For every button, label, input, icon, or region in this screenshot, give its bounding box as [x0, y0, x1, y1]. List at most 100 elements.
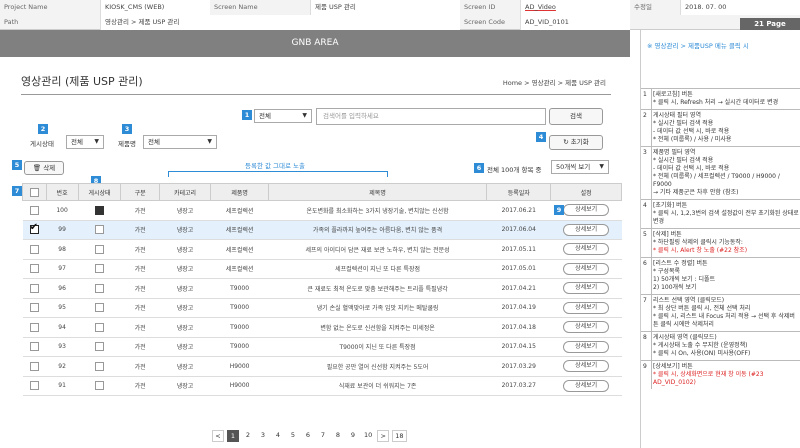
table-row[interactable]: 100 가전 냉장고 세프컬렉션 온도변화를 최소화하는 3가지 냉장기술, 변치않는 … [22, 200, 622, 221]
row-select-cell[interactable] [22, 317, 47, 338]
annotation-number: 7 [643, 297, 647, 304]
page-link[interactable]: 3 [257, 430, 269, 442]
row-status-cell[interactable] [78, 337, 121, 357]
row-number: 93 [46, 337, 79, 357]
detail-view-button[interactable]: 상세보기 [563, 204, 610, 217]
row-select-cell[interactable] [22, 239, 47, 260]
page-link[interactable]: 4 [272, 430, 284, 442]
search-scope-select[interactable]: 전체 ▼ [254, 109, 312, 123]
status-toggle-checkbox[interactable] [95, 303, 104, 313]
row-select-cell[interactable] [22, 278, 47, 299]
row-checkbox[interactable] [29, 303, 39, 313]
status-toggle-checkbox[interactable] [95, 244, 104, 254]
row-product: T9000 [210, 278, 269, 299]
row-status-cell[interactable] [78, 278, 121, 299]
row-select-cell[interactable] [22, 259, 47, 279]
detail-view-button[interactable]: 상세보기 [563, 379, 610, 392]
select-all-header[interactable] [22, 183, 47, 201]
row-checkbox[interactable] [29, 264, 39, 274]
select-all-checkbox[interactable] [29, 187, 39, 197]
row-status-cell[interactable] [78, 317, 121, 338]
status-toggle-checkbox[interactable] [95, 205, 104, 215]
status-toggle-checkbox[interactable] [95, 361, 104, 371]
status-toggle-checkbox[interactable] [95, 225, 104, 235]
page-link[interactable]: 10 [362, 430, 375, 442]
search-button[interactable]: 검색 [549, 108, 603, 125]
detail-view-button[interactable]: 상세보기 [563, 223, 610, 236]
table-row[interactable]: 97 가전 냉장고 세프컬렉션 세프컬렉션이 지닌 또 다른 특장점 2017.05.01… [22, 259, 622, 279]
row-status-cell[interactable] [78, 220, 121, 240]
row-select-cell[interactable] [22, 220, 47, 240]
detail-view-button[interactable]: 상세보기 [563, 360, 610, 373]
row-select-cell[interactable] [22, 376, 47, 396]
page-link[interactable]: 5 [287, 430, 299, 442]
row-number: 94 [46, 317, 79, 338]
page-link[interactable]: 18 [392, 430, 407, 442]
table-row[interactable]: 91 가전 냉장고 H9000 식재료 보관이 더 쉬워지는 7존 2017.03.27 상… [22, 376, 622, 396]
status-toggle-checkbox[interactable] [95, 381, 104, 391]
row-category: 냉장고 [159, 200, 211, 221]
row-status-cell[interactable] [78, 356, 121, 377]
row-checkbox[interactable] [29, 361, 39, 371]
search-input[interactable]: 검색어를 입력하세요 [316, 108, 546, 125]
row-checkbox[interactable] [29, 244, 39, 254]
reset-button[interactable]: ↻ 초기화 [549, 135, 603, 150]
page-link[interactable]: 6 [302, 430, 314, 442]
row-select-cell[interactable] [22, 298, 47, 318]
detail-view-button[interactable]: 상세보기 [563, 243, 610, 256]
row-checkbox[interactable] [29, 381, 39, 391]
callout-badge-9: 9 [554, 205, 564, 215]
row-select-cell[interactable] [22, 200, 47, 221]
row-number: 98 [46, 239, 79, 260]
screen-id-value: AD_Video [520, 0, 630, 15]
status-toggle-checkbox[interactable] [95, 264, 104, 274]
status-toggle-checkbox[interactable] [95, 342, 104, 352]
row-checkbox[interactable] [29, 222, 39, 235]
table-row[interactable]: 93 가전 냉장고 T9000 T9000이 지닌 또 다른 특장점 2017.04.15… [22, 337, 622, 357]
page-size-select[interactable]: 50개씩 보기 ▼ [551, 160, 609, 174]
table-row[interactable]: 92 가전 냉장고 H9000 필요한 공만 열어 신선함 지켜주는 5도어 2017.0… [22, 356, 622, 377]
status-toggle-checkbox[interactable] [95, 283, 104, 293]
display-as-registered-note: 등록한 값 그대로 노출 [245, 162, 306, 170]
page-link[interactable]: 8 [332, 430, 344, 442]
detail-view-button[interactable]: 상세보기 [563, 321, 610, 334]
page-link[interactable]: 7 [317, 430, 329, 442]
row-status-cell[interactable] [78, 298, 121, 318]
detail-view-button[interactable]: 상세보기 [563, 301, 610, 314]
page-link[interactable]: > [377, 430, 390, 442]
status-toggle-checkbox[interactable] [95, 322, 104, 332]
detail-view-button[interactable]: 상세보기 [563, 340, 610, 353]
row-select-cell[interactable] [22, 356, 47, 377]
row-checkbox[interactable] [29, 205, 39, 215]
usp-list-table: 번호 게시상태 구분 카테고리 제품명 제목명 등록일자 설정 100 가전 냉장고… [22, 183, 622, 396]
column-header: 구분 [120, 183, 160, 201]
row-checkbox[interactable] [29, 283, 39, 293]
row-status-cell[interactable] [78, 259, 121, 279]
table-row[interactable]: 94 가전 냉장고 T9000 변함 없는 온도로 신선함을 지켜주는 미세정온 2017… [22, 317, 622, 338]
row-checkbox[interactable] [29, 322, 39, 332]
page-link[interactable]: 1 [227, 430, 239, 442]
status-filter-select[interactable]: 전체 ▼ [66, 135, 104, 149]
table-row[interactable]: 99 가전냉장고세프컬렉션가족의 플라까지 높여주는 아름다움, 변치 않는 품격… [22, 220, 622, 240]
annotation-line: * 클릭 시, 리스트 내 Focus 처리 적용 → 선택 후 삭제버튼 클릭… [653, 313, 795, 328]
screen-id-text: AD_Video [525, 3, 556, 11]
date-label: 수정일 [634, 3, 652, 11]
page-link[interactable]: 2 [242, 430, 254, 442]
row-status-cell[interactable] [78, 376, 121, 396]
row-checkbox[interactable] [29, 342, 39, 352]
row-status-cell[interactable] [78, 239, 121, 260]
detail-view-button[interactable]: 상세보기 [563, 262, 610, 275]
delete-button[interactable]: 🗑 삭제 [24, 161, 64, 175]
table-row[interactable]: 95 가전 냉장고 T9000 냉기 손실 혈액맞아로 가족 입맛 지키는 메탈쿨링 20… [22, 298, 622, 318]
row-settings-cell: 상세보기 [550, 239, 622, 260]
page-link[interactable]: 9 [347, 430, 359, 442]
table-row[interactable]: 98 가전 냉장고 세프컬렉션 세프의 아이디어 담은 재료 보관 노하우, 변치 않는… [22, 239, 622, 260]
row-category: 냉장고 [159, 376, 211, 396]
page-link[interactable]: < [212, 430, 224, 442]
product-filter-select[interactable]: 전체 ▼ [143, 135, 217, 149]
detail-view-button[interactable]: 상세보기 [563, 282, 610, 295]
row-select-cell[interactable] [22, 337, 47, 357]
row-status-cell[interactable] [78, 200, 121, 221]
table-row[interactable]: 96 가전 냉장고 T9000 큰 재료도 최적 온도로 맞춤 보관해주는 트리플 특필… [22, 278, 622, 299]
row-settings-cell: 상세보기 [550, 356, 622, 377]
